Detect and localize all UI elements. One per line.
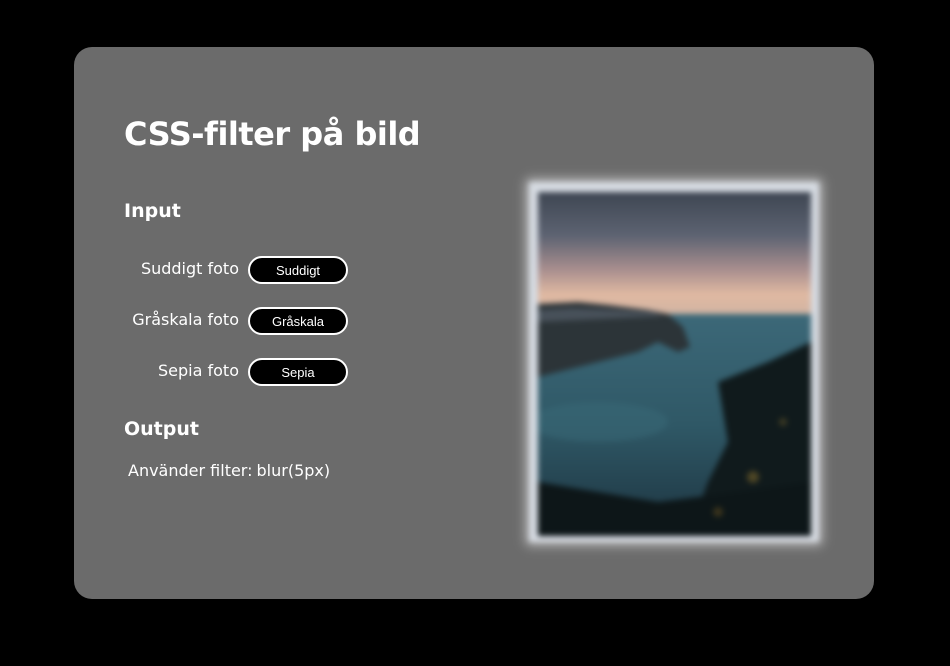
output-filter-value: blur(5px) <box>256 461 331 480</box>
filter-row-sepia: Sepia foto Sepia <box>74 358 354 386</box>
sepia-label: Sepia foto <box>158 361 239 380</box>
coastal-cliff-photo <box>538 192 811 536</box>
page-title: CSS-filter på bild <box>124 115 421 153</box>
blur-label: Suddigt foto <box>140 259 239 278</box>
output-prefix: Använder filter: <box>128 461 253 480</box>
grayscale-label: Gråskala foto <box>132 310 239 329</box>
output-heading: Output <box>124 418 199 440</box>
filter-row-grayscale: Gråskala foto Gråskala <box>74 307 354 335</box>
filter-row-blur: Suddigt foto Suddigt <box>74 256 354 284</box>
filter-demo-card: CSS-filter på bild Input Suddigt foto Su… <box>74 47 874 599</box>
filtered-photo <box>529 182 819 542</box>
grayscale-button[interactable]: Gråskala <box>248 307 348 335</box>
sepia-button[interactable]: Sepia <box>248 358 348 386</box>
input-heading: Input <box>124 200 181 222</box>
blur-button[interactable]: Suddigt <box>248 256 348 284</box>
output-status: Använder filter: blur(5px) <box>124 461 330 480</box>
